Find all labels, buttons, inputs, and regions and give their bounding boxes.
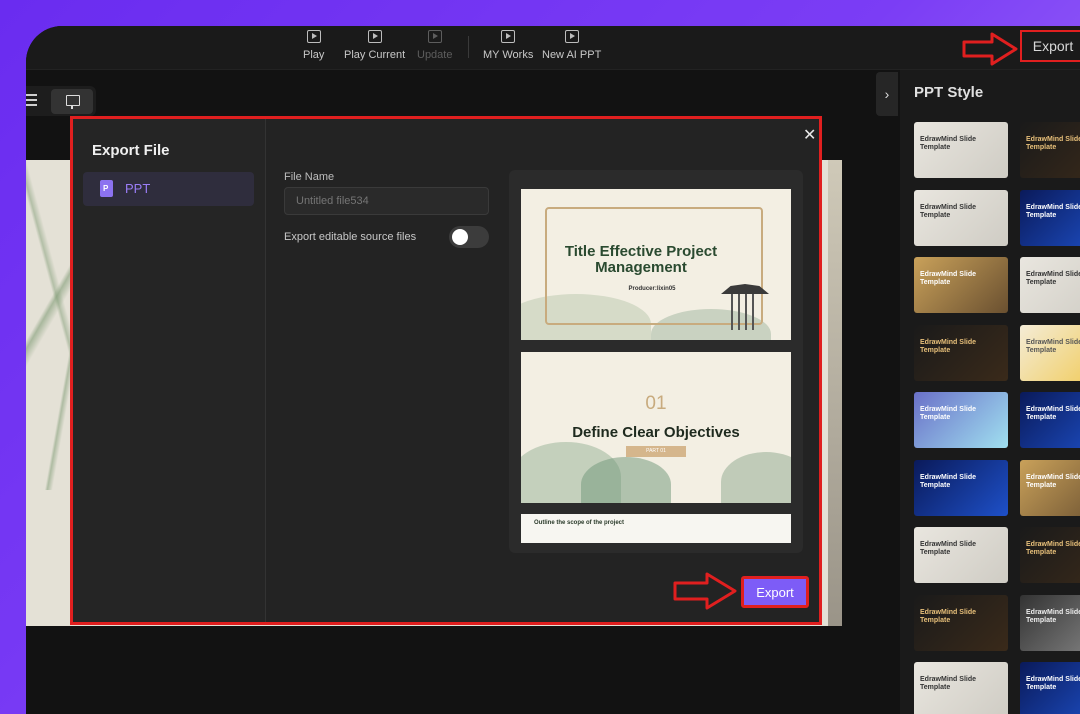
play-current-button[interactable]: Play Current [344, 30, 405, 61]
update-label: Update [417, 49, 453, 61]
style-thumbnail[interactable]: EdrawMind Slide Template [914, 324, 1008, 381]
thumbnail-label: EdrawMind Slide Template [920, 473, 977, 489]
hill-decoration [581, 457, 671, 503]
format-item-ppt[interactable]: PPT [83, 172, 254, 206]
source-files-label: Export editable source files [284, 231, 417, 243]
chevron-right-icon: › [884, 86, 890, 102]
play-button[interactable]: Play [303, 30, 324, 61]
hill-decoration [721, 452, 791, 503]
style-thumbnail[interactable]: EdrawMind Slide Template [914, 122, 1008, 178]
style-thumbnail[interactable]: EdrawMind Slide Template [1020, 662, 1080, 714]
new-ai-ppt-label: New AI PPT [542, 49, 602, 61]
my-works-label: MY Works [483, 49, 534, 61]
style-thumbnail[interactable]: EdrawMind Slide Template [1020, 257, 1080, 313]
style-thumbnail[interactable]: EdrawMind Slide Template [914, 189, 1008, 246]
preview-slide-1: Title Effective Project Management Produ… [521, 189, 791, 340]
thumbnail-label: EdrawMind Slide Template [1026, 676, 1080, 691]
style-thumbnail[interactable]: EdrawMind Slide Template [1020, 324, 1080, 381]
arrow-pointer-icon [673, 572, 737, 610]
export-file-dialog: Export File PPT ✕ File Name Export edita… [70, 116, 822, 625]
style-thumbnail[interactable]: EdrawMind Slide Template [1020, 594, 1080, 651]
source-files-toggle[interactable] [449, 226, 489, 248]
collapse-panel-button[interactable]: › [876, 72, 898, 116]
update-button[interactable]: Update [417, 30, 452, 61]
style-thumbnail[interactable]: EdrawMind Slide Template [1020, 527, 1080, 583]
format-sidebar: Export File PPT [73, 119, 266, 622]
new-ai-ppt-icon [564, 30, 579, 43]
slide-view-icon[interactable] [51, 89, 93, 114]
style-thumbnail[interactable]: EdrawMind Slide Template [914, 594, 1008, 651]
new-ai-ppt-button[interactable]: New AI PPT [542, 30, 601, 61]
thumbnail-label: EdrawMind Slide Template [1026, 136, 1080, 151]
thumbnail-label: EdrawMind Slide Template [920, 608, 977, 624]
format-ppt-label: PPT [125, 181, 151, 196]
style-thumbnail[interactable]: EdrawMind Slide Template [914, 662, 1008, 714]
thumbnail-label: EdrawMind Slide Template [920, 541, 977, 556]
slide-edge [828, 160, 842, 626]
thumbnail-label: EdrawMind Slide Template [1026, 203, 1080, 219]
file-name-label: File Name [284, 171, 335, 183]
slide3-text: Outline the scope of the project [534, 520, 625, 526]
style-thumbnail[interactable]: EdrawMind Slide Template [914, 459, 1008, 516]
thumbnail-label: EdrawMind Slide Template [920, 136, 977, 151]
thumbnail-label: EdrawMind Slide Template [920, 338, 977, 354]
slide1-title: Title Effective Project Management [564, 243, 718, 276]
thumbnail-label: EdrawMind Slide Template [920, 203, 977, 219]
ppt-file-icon [100, 180, 113, 197]
style-thumbnail[interactable]: EdrawMind Slide Template [1020, 459, 1080, 516]
play-label: Play [303, 49, 325, 61]
preview-slide-2: 01 Define Clear Objectives PART 01 [521, 352, 791, 503]
play-icon [306, 30, 321, 43]
style-thumbnail[interactable]: EdrawMind Slide Template [914, 527, 1008, 583]
ppt-style-panel: PPT Style EdrawMind Slide Template EdrawM… [900, 70, 1080, 714]
play-current-label: Play Current [344, 49, 406, 61]
style-thumbnail[interactable]: EdrawMind Slide Template [1020, 392, 1080, 448]
preview-pane: Title Effective Project Management Produ… [509, 170, 803, 553]
thumbnail-label: EdrawMind Slide Template [920, 271, 977, 286]
slide2-title: Define Clear Objectives [572, 424, 740, 441]
dialog-title: Export File [92, 142, 170, 159]
slide1-producer: Producer:lixin05 [628, 286, 676, 292]
style-thumbnail[interactable]: EdrawMind Slide Template [914, 392, 1008, 448]
slide2-part-badge: PART 01 [626, 446, 686, 457]
preview-slide-3: Outline the scope of the project [521, 514, 791, 543]
outline-view-icon[interactable] [26, 94, 37, 108]
thumbnail-label: EdrawMind Slide Template [1026, 473, 1080, 489]
file-name-input[interactable] [284, 187, 489, 215]
view-switcher [26, 86, 96, 116]
my-works-button[interactable]: MY Works [483, 30, 533, 61]
thumbnail-label: EdrawMind Slide Template [1026, 541, 1080, 556]
toggle-knob [452, 229, 468, 245]
thumbnail-label: EdrawMind Slide Template [920, 676, 977, 691]
my-works-icon [501, 30, 516, 43]
toolbar-divider [468, 36, 469, 58]
style-thumbnail[interactable]: EdrawMind Slide Template [1020, 122, 1080, 178]
play-current-icon [367, 30, 382, 43]
arrow-pointer-icon [962, 32, 1018, 66]
thumbnail-label: EdrawMind Slide Template [920, 406, 977, 421]
thumbnail-label: EdrawMind Slide Template [1026, 338, 1080, 354]
export-button[interactable]: Export [741, 576, 809, 608]
close-icon[interactable]: ✕ [803, 125, 816, 145]
style-thumbnail[interactable]: EdrawMind Slide Template [1020, 189, 1080, 246]
ppt-style-title: PPT Style [914, 84, 984, 101]
top-export-button[interactable]: Export [1020, 30, 1080, 62]
slide2-number: 01 [645, 393, 667, 414]
style-thumbnail[interactable]: EdrawMind Slide Template [914, 257, 1008, 313]
app-window: Play Play Current Update MY Works New AI… [26, 26, 1080, 714]
thumbnail-label: EdrawMind Slide Template [1026, 608, 1080, 624]
thumbnail-label: EdrawMind Slide Template [1026, 406, 1080, 421]
top-toolbar: Play Play Current Update MY Works New AI… [26, 26, 1080, 70]
pagoda-illustration [721, 284, 769, 330]
thumbnail-label: EdrawMind Slide Template [1026, 271, 1080, 286]
update-icon [427, 30, 442, 43]
